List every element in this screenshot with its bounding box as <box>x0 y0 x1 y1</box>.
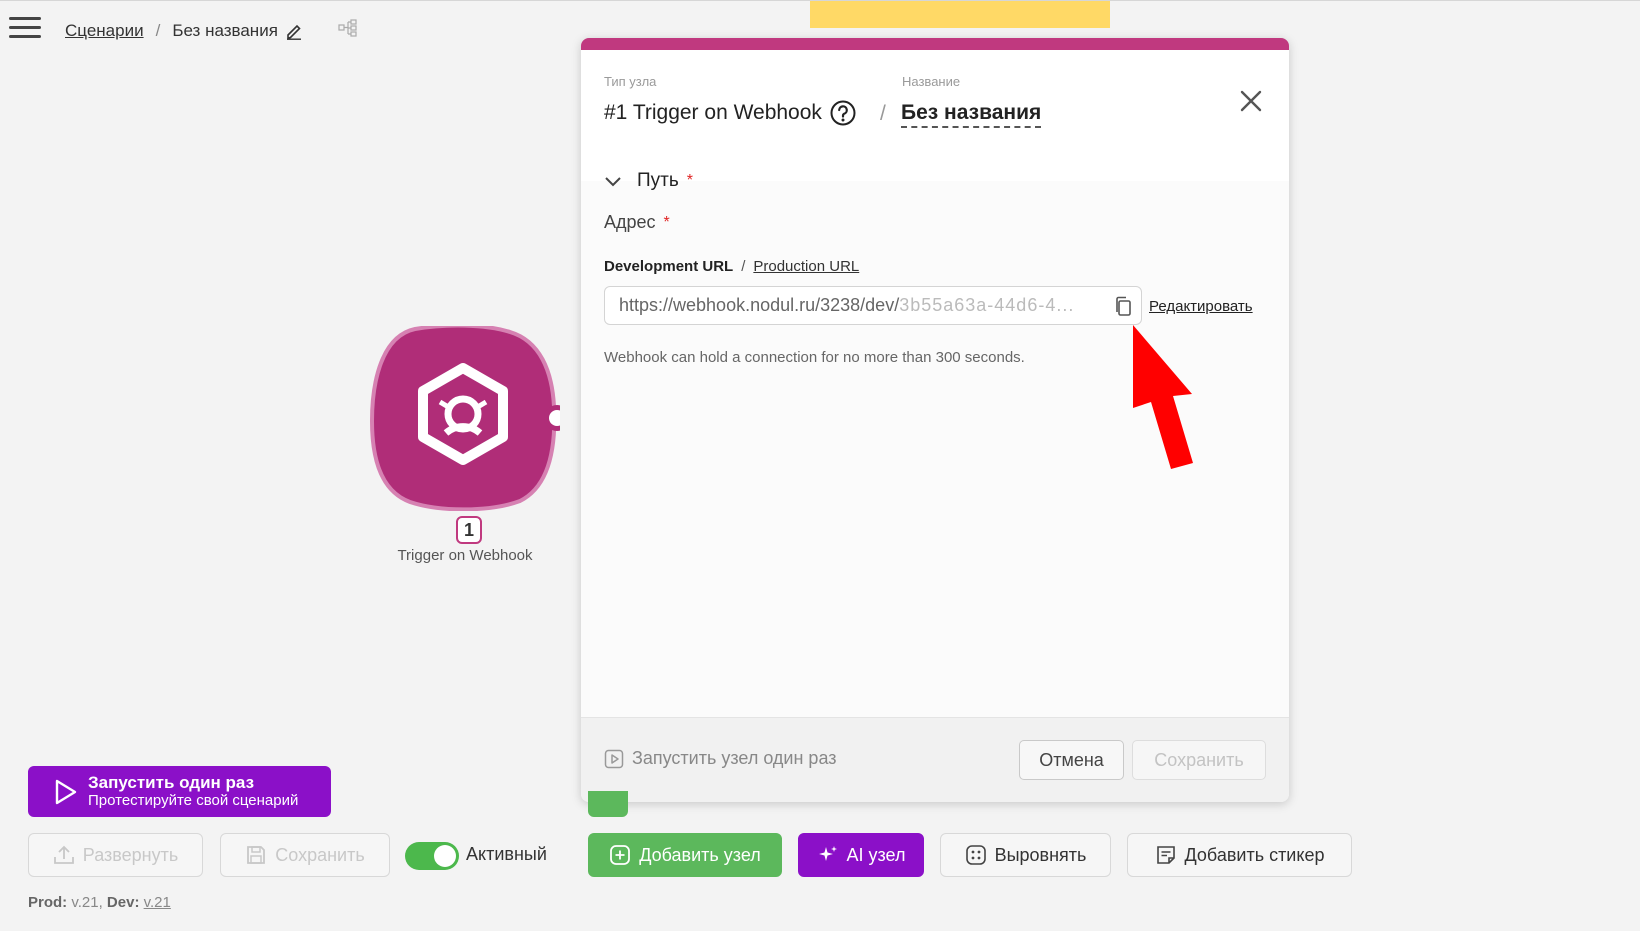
prod-version-value: v.21, <box>71 894 103 911</box>
copy-icon[interactable] <box>1114 296 1132 317</box>
node-number-badge: 1 <box>456 516 482 544</box>
url-value-tail: 3b55a63a-44d6-4... <box>899 295 1075 315</box>
node-type-label: Тип узла <box>604 74 657 89</box>
tab-production-url[interactable]: Production URL <box>753 258 859 275</box>
prod-version-label: Prod: <box>28 894 68 911</box>
hidden-node-fragment <box>588 791 628 817</box>
add-node-label: Добавить узел <box>639 844 761 865</box>
path-section-toggle[interactable]: Путь * <box>603 170 693 192</box>
deploy-button[interactable]: Развернуть <box>28 833 203 877</box>
save-scenario-button[interactable]: Сохранить <box>220 833 390 877</box>
sticker-note-icon <box>1156 846 1175 864</box>
dev-version-link[interactable]: v.21 <box>144 894 171 911</box>
run-once-title: Запустить один раз <box>88 773 255 792</box>
webhook-url-field[interactable]: https://webhook.nodul.ru/3238/dev/3b55a6… <box>604 286 1142 325</box>
hamburger-menu-icon[interactable] <box>9 17 41 43</box>
webhook-trigger-node[interactable] <box>370 326 560 511</box>
tree-structure-icon[interactable] <box>338 19 358 37</box>
add-sticker-label: Добавить стикер <box>1184 844 1325 865</box>
path-section-title: Путь <box>637 170 679 191</box>
address-field-label: Адрес * <box>604 212 670 233</box>
dev-version-label: Dev: <box>106 894 140 911</box>
header-separator: / <box>880 102 886 125</box>
node-label: Trigger on Webhook <box>397 547 533 564</box>
node-settings-modal: Тип узла Название #1 Trigger on Webhook … <box>581 38 1289 802</box>
align-button[interactable]: Выровнять <box>940 833 1111 877</box>
breadcrumb-current: Без названия <box>172 21 278 40</box>
run-node-once-label: Запустить узел один раз <box>632 748 837 768</box>
notification-banner <box>810 1 1110 28</box>
required-mark: * <box>686 172 693 189</box>
chevron-down-icon <box>605 177 621 187</box>
add-sticker-button[interactable]: Добавить стикер <box>1127 833 1352 877</box>
play-square-icon <box>604 749 624 768</box>
deploy-label: Развернуть <box>82 844 179 865</box>
pencil-icon[interactable] <box>285 22 303 40</box>
cancel-button[interactable]: Отмена <box>1019 740 1124 780</box>
breadcrumb-separator: / <box>155 21 161 40</box>
modal-header: Тип узла Название #1 Trigger on Webhook … <box>581 50 1289 181</box>
node-type-value: #1 Trigger on Webhook <box>604 101 822 124</box>
url-tabs: Development URL / Production URL <box>604 258 859 275</box>
node-name-label: Название <box>902 74 961 89</box>
node-type: #1 Trigger on Webhook <box>604 100 856 126</box>
breadcrumb: Сценарии / Без названия <box>65 19 303 43</box>
active-label: Активный <box>466 844 547 864</box>
breadcrumb-scenarios-link[interactable]: Сценарии <box>65 21 144 41</box>
url-tab-separator: / <box>741 258 746 275</box>
align-label: Выровнять <box>994 844 1087 865</box>
add-node-button[interactable]: Добавить узел <box>588 833 782 877</box>
modal-footer: Запустить узел один раз Отмена Сохранить <box>581 717 1289 802</box>
ai-node-button[interactable]: AI узел <box>798 833 924 877</box>
align-grid-icon <box>965 845 986 865</box>
save-scenario-label: Сохранить <box>275 844 365 865</box>
red-arrow-annotation <box>1133 325 1193 469</box>
address-label-text: Адрес <box>604 212 656 232</box>
url-value-main: https://webhook.nodul.ru/3238/dev/ <box>619 295 900 315</box>
address-required-mark: * <box>663 213 670 231</box>
help-icon[interactable] <box>830 100 856 126</box>
version-info: Prod: v.21, Dev: v.21 <box>28 894 171 911</box>
plus-square-icon <box>610 845 631 865</box>
modal-save-button[interactable]: Сохранить <box>1132 740 1266 780</box>
edit-url-link[interactable]: Редактировать <box>1149 298 1253 315</box>
close-icon[interactable] <box>1238 88 1264 114</box>
play-icon <box>55 779 77 804</box>
active-toggle[interactable] <box>405 842 459 870</box>
floppy-disk-icon <box>247 846 266 864</box>
node-name-value[interactable]: Без названия <box>901 100 1042 128</box>
sparkle-icon <box>818 846 837 861</box>
upload-icon <box>53 845 74 864</box>
run-once-subtitle: Протестируйте свой сценарий <box>88 792 299 809</box>
ai-node-label: AI узел <box>846 844 906 865</box>
tab-development-url[interactable]: Development URL <box>604 258 733 275</box>
webhook-hint: Webhook can hold a connection for no mor… <box>604 349 1025 366</box>
run-scenario-once-button[interactable]: Запустить один раз Протестируйте свой сц… <box>28 766 331 817</box>
run-node-once-button[interactable]: Запустить узел один раз <box>604 748 837 769</box>
